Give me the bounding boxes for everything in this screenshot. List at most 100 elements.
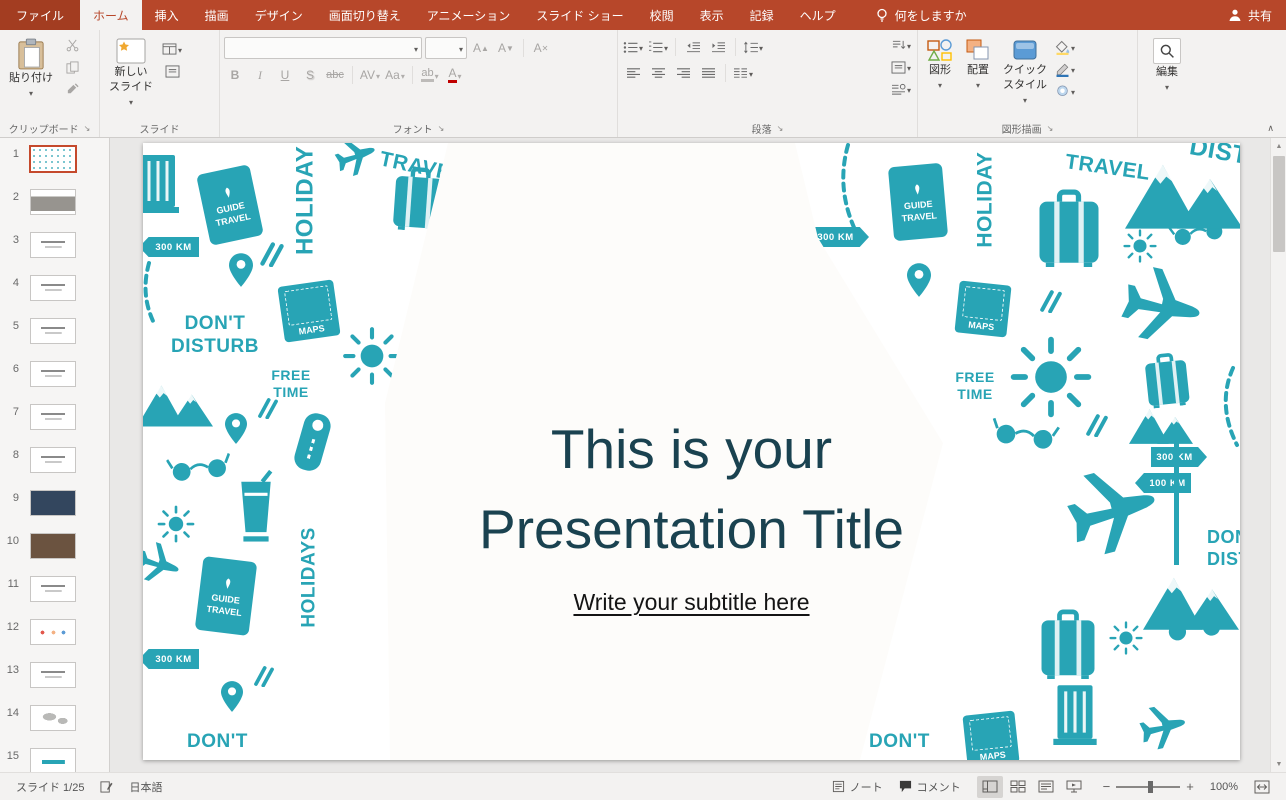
strikethrough-button[interactable]: abc	[324, 65, 346, 85]
text-shadow-button[interactable]: S	[299, 65, 321, 85]
slide-thumbnail[interactable]	[30, 232, 76, 258]
reading-view-button[interactable]	[1033, 776, 1059, 798]
paste-button[interactable]: 貼り付け	[4, 35, 58, 103]
zoom-slider[interactable]	[1116, 786, 1180, 788]
tab-slideshow[interactable]: スライド ショー	[523, 0, 636, 30]
shape-fill-button[interactable]	[1054, 37, 1076, 57]
proofing-button[interactable]	[92, 780, 121, 793]
shape-effects-button[interactable]	[1054, 81, 1076, 101]
line-spacing-button[interactable]	[742, 37, 764, 57]
slide-thumbnail[interactable]	[30, 404, 76, 430]
font-color-button[interactable]: A	[444, 65, 466, 85]
slide-subtitle[interactable]: Write your subtitle here	[143, 589, 1240, 616]
highlight-color-button[interactable]: ab	[419, 65, 441, 85]
slide-thumbnail[interactable]	[30, 146, 76, 172]
slide-thumbnail[interactable]	[30, 490, 76, 516]
vertical-scrollbar[interactable]: ▲ ▼	[1270, 138, 1286, 772]
underline-button[interactable]: U	[274, 65, 296, 85]
shrink-font-button[interactable]: A▼	[495, 38, 517, 58]
align-left-button[interactable]	[622, 63, 644, 83]
zoom-level[interactable]: 100%	[1202, 781, 1246, 793]
slide-thumbnail[interactable]	[30, 576, 76, 602]
slide-thumbnail[interactable]	[30, 447, 76, 473]
dialog-launcher-icon[interactable]	[777, 123, 784, 134]
grow-font-button[interactable]: A▲	[470, 38, 492, 58]
tab-design[interactable]: デザイン	[242, 0, 316, 30]
language-status[interactable]: 日本語	[121, 779, 170, 795]
comments-button[interactable]: コメント	[891, 779, 969, 795]
slide-thumbnail[interactable]	[30, 662, 76, 688]
tab-help[interactable]: ヘルプ	[787, 0, 849, 30]
title-placeholder[interactable]: This is your Presentation Title Write yo…	[143, 409, 1240, 616]
convert-smartart-button[interactable]	[890, 79, 912, 99]
reset-slide-button[interactable]	[161, 61, 183, 81]
bullets-button[interactable]	[622, 37, 644, 57]
text-direction-button[interactable]	[890, 35, 912, 55]
dialog-launcher-icon[interactable]	[84, 123, 91, 134]
columns-button[interactable]	[732, 63, 754, 83]
tab-home[interactable]: ホーム	[80, 0, 142, 30]
slide-sorter-view-button[interactable]	[1005, 776, 1031, 798]
slide-thumbnail[interactable]	[30, 748, 76, 772]
divider	[735, 38, 736, 56]
tab-file[interactable]: ファイル	[0, 0, 80, 30]
arrange-button[interactable]: 配置	[960, 35, 996, 95]
tab-record[interactable]: 記録	[737, 0, 787, 30]
notes-button[interactable]: ノート	[824, 779, 891, 795]
slide-thumbnail[interactable]	[30, 189, 76, 215]
copy-button[interactable]	[61, 57, 83, 77]
justify-button[interactable]	[697, 63, 719, 83]
share-button[interactable]: 共有	[1214, 0, 1286, 30]
slide-thumbnail[interactable]	[30, 705, 76, 731]
font-size-select[interactable]	[425, 37, 467, 59]
align-text-button[interactable]	[890, 57, 912, 77]
search-icon	[1159, 43, 1175, 59]
numbering-button[interactable]	[647, 37, 669, 57]
normal-view-button[interactable]	[977, 776, 1003, 798]
tab-transitions[interactable]: 画面切り替え	[316, 0, 414, 30]
zoom-in-button[interactable]	[1186, 779, 1194, 794]
quick-styles-button[interactable]: クイック スタイル	[998, 35, 1052, 111]
new-slide-button[interactable]: 新しい スライド	[104, 35, 158, 113]
align-right-button[interactable]	[672, 63, 694, 83]
tab-review[interactable]: 校閲	[637, 0, 687, 30]
bold-button[interactable]: B	[224, 65, 246, 85]
shapes-button[interactable]: 図形	[922, 35, 958, 95]
change-case-button[interactable]: Aa	[384, 65, 406, 85]
slideshow-view-button[interactable]	[1061, 776, 1087, 798]
italic-button[interactable]: I	[249, 65, 271, 85]
dialog-launcher-icon[interactable]	[1047, 123, 1054, 134]
scroll-down-arrow-icon[interactable]: ▼	[1271, 756, 1286, 772]
slide-thumbnail[interactable]	[30, 619, 76, 645]
zoom-slider-thumb[interactable]	[1148, 781, 1153, 793]
slide-layout-button[interactable]	[161, 39, 183, 59]
slide-thumbnail[interactable]	[30, 361, 76, 387]
road-sign: 300 KM	[811, 227, 869, 247]
slide-thumbnail[interactable]	[30, 275, 76, 301]
character-spacing-button[interactable]: AV	[359, 65, 381, 85]
slide-thumbnail[interactable]	[30, 318, 76, 344]
editing-button[interactable]: 編集	[1142, 35, 1192, 97]
align-center-button[interactable]	[647, 63, 669, 83]
tell-me-box[interactable]: 何をしますか	[875, 0, 967, 30]
shape-outline-button[interactable]	[1054, 59, 1076, 79]
cut-button[interactable]	[61, 35, 83, 55]
slide-canvas[interactable]: 300 KM 300 KM 300 KM 300 KM 100 KM MAPS …	[143, 143, 1240, 760]
slide-thumbnail[interactable]	[30, 533, 76, 559]
increase-indent-button[interactable]	[707, 37, 729, 57]
zoom-out-button[interactable]	[1103, 779, 1111, 794]
font-name-select[interactable]	[224, 37, 422, 59]
scrollbar-thumb[interactable]	[1273, 156, 1285, 252]
tab-animations[interactable]: アニメーション	[414, 0, 524, 30]
collapse-ribbon-button[interactable]	[1267, 123, 1274, 134]
tab-insert[interactable]: 挿入	[142, 0, 192, 30]
format-painter-button[interactable]	[61, 79, 83, 99]
tab-view[interactable]: 表示	[687, 0, 737, 30]
slide-counter[interactable]: スライド 1/25	[8, 779, 92, 795]
decrease-indent-button[interactable]	[682, 37, 704, 57]
dialog-launcher-icon[interactable]	[438, 123, 445, 134]
fit-to-window-button[interactable]	[1246, 780, 1278, 794]
tab-draw[interactable]: 描画	[192, 0, 242, 30]
scroll-up-arrow-icon[interactable]: ▲	[1271, 138, 1286, 154]
clear-formatting-button[interactable]: A✕	[530, 38, 552, 58]
